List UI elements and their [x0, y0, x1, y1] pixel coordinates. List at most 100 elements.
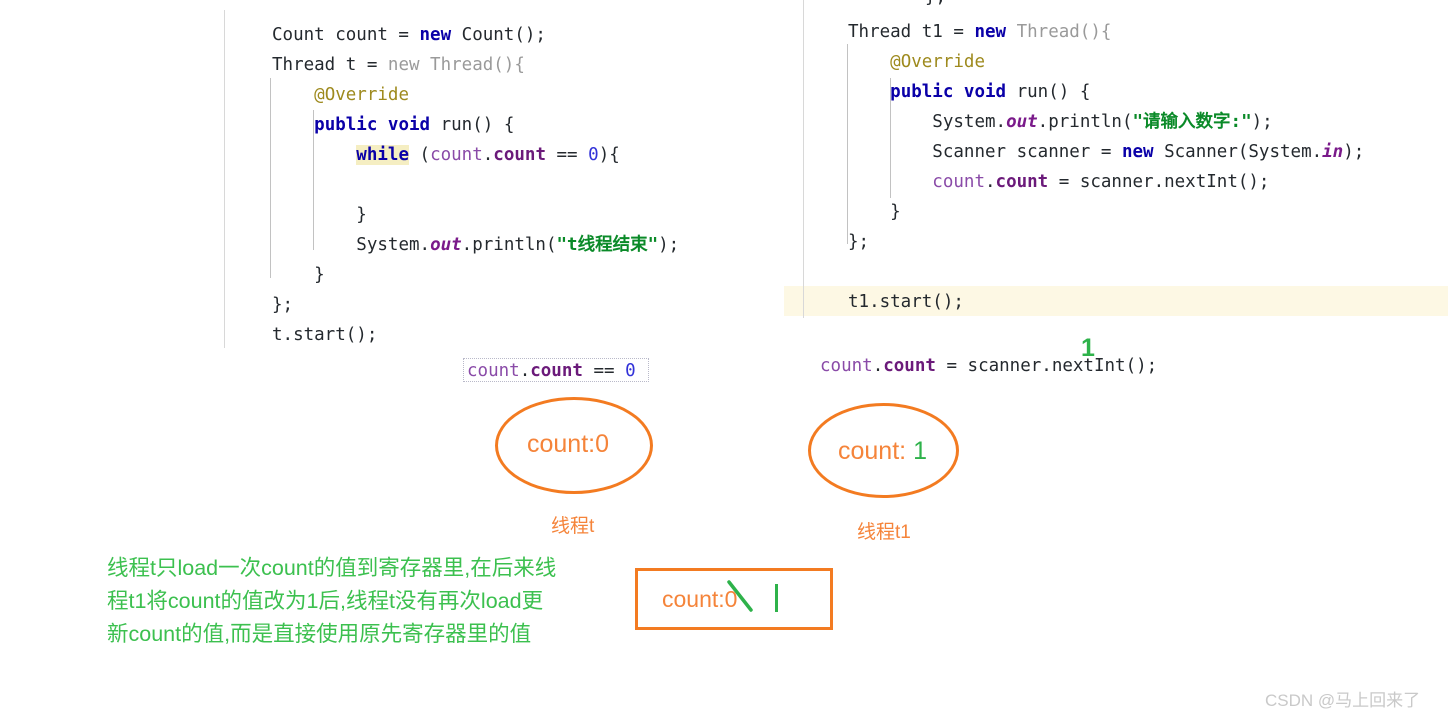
code-line: }; [848, 227, 1364, 257]
right-assignment-ink-digit: 1 [1081, 334, 1095, 362]
snippet-token: == [582, 361, 626, 381]
code-line: Count count = new Count(); [272, 20, 679, 50]
snippet-token: count [467, 361, 520, 381]
count-value-box-text: count:0 [662, 586, 738, 612]
code-token: while [356, 145, 409, 165]
code-token: new [387, 55, 420, 75]
code-token: } [314, 265, 325, 285]
code-token: @Override [314, 85, 409, 105]
snippet-token: count [883, 356, 936, 376]
code-token: == [545, 145, 589, 165]
code-token: = scanner.nextInt(); [1048, 172, 1270, 192]
left-code-gutter-guide [224, 10, 225, 348]
code-token: . [482, 145, 494, 165]
snippet-token: count [530, 361, 583, 381]
code-line: } [272, 200, 679, 230]
thread-t1-count-ink-value: 1 [913, 437, 927, 465]
left-code-block: Count count = new Count(); Thread t = new… [272, 20, 679, 350]
right-code-clipped-top: }; [925, 0, 946, 12]
snippet-token: . [872, 356, 884, 376]
code-token: Count count = [272, 25, 420, 45]
code-token: run() { [430, 115, 515, 135]
code-token: Scanner(System. [1153, 142, 1323, 162]
code-line: @Override [848, 47, 1364, 77]
code-line: t1.start(); [848, 287, 1364, 317]
code-token: . [984, 172, 996, 192]
code-token: Thread t = [272, 55, 388, 75]
code-line: Scanner scanner = new Scanner(System.in)… [848, 137, 1364, 167]
code-line: while (count.count == 0){ [272, 140, 679, 170]
thread-t-count-label: count:0 [527, 430, 610, 458]
csdn-watermark: CSDN @马上回来了 [1265, 691, 1421, 710]
code-token: "请输入数字:" [1132, 112, 1252, 132]
code-token: t.start(); [272, 325, 378, 345]
left-condition-snippet: count.count == 0 [467, 358, 636, 384]
code-token: @Override [890, 52, 985, 72]
thread-t1-count-value: count: 1 [838, 437, 927, 466]
snippet-token: count [820, 356, 873, 376]
code-token: Count(); [451, 25, 546, 45]
code-line: System.out.println("请输入数字:"); [848, 107, 1364, 137]
code-token: in [1322, 142, 1344, 162]
code-token: ){ [598, 145, 620, 165]
code-token: System. [356, 235, 431, 255]
code-token: out [1006, 112, 1038, 132]
code-token: Thread t1 = [848, 22, 975, 42]
code-token: new [1121, 142, 1154, 162]
code-line: @Override [272, 80, 679, 110]
right-code-gutter-guide [803, 0, 804, 318]
code-token: 0 [588, 145, 599, 165]
code-line: } [848, 197, 1364, 227]
left-code-indent-guide-1 [270, 78, 271, 278]
right-assignment-snippet: count.count = scanner.nextInt(); [820, 353, 1157, 379]
code-token: public void [890, 82, 1007, 102]
code-line: public void run() { [848, 77, 1364, 107]
thread-t-count-value: count:0 [527, 430, 609, 459]
code-token: System. [932, 112, 1007, 132]
explanation-note-line-1: 线程t只load一次count的值到寄存器里,在后来线 [107, 556, 557, 580]
code-line: } [272, 260, 679, 290]
code-token: Thread(){ [1006, 22, 1112, 42]
code-token: count [493, 145, 546, 165]
code-line: count.count = scanner.nextInt(); [848, 167, 1364, 197]
thread-t-label: 线程t [551, 516, 595, 537]
code-token: count [995, 172, 1049, 192]
right-code-block: Thread t1 = new Thread(){ @Override publ… [848, 17, 1364, 317]
code-token: new [974, 22, 1007, 42]
code-token: count [430, 145, 483, 165]
code-line: public void run() { [272, 110, 679, 140]
code-token: } [356, 205, 367, 225]
code-token: }; [272, 295, 294, 315]
code-token: Scanner scanner = [932, 142, 1122, 162]
code-token: ); [658, 235, 680, 255]
code-line: t.start(); [272, 320, 679, 350]
snippet-token: = scanner.nextInt(); [935, 356, 1158, 376]
code-token: t1.start(); [848, 292, 964, 312]
snippet-token: 0 [625, 361, 636, 381]
snippet-token: . [519, 361, 531, 381]
code-token: new [419, 25, 452, 45]
code-token: .println( [461, 235, 557, 255]
code-token: ); [1343, 142, 1365, 162]
code-token: ( [408, 145, 431, 165]
code-line: System.out.println("t线程结束"); [272, 230, 679, 260]
code-token: .println( [1037, 112, 1133, 132]
explanation-note-line-3: 新count的值,而是直接使用原先寄存器里的值 [107, 622, 532, 646]
text-cursor-bar [775, 584, 778, 612]
code-line: }; [272, 290, 679, 320]
thread-t1-label: 线程t1 [857, 522, 911, 543]
explanation-note-line-2: 程t1将count的值改为1后,线程t没有再次load更 [107, 589, 544, 613]
explanation-note: 线程t只load一次count的值到寄存器里,在后来线 程t1将count的值改为… [107, 552, 556, 651]
